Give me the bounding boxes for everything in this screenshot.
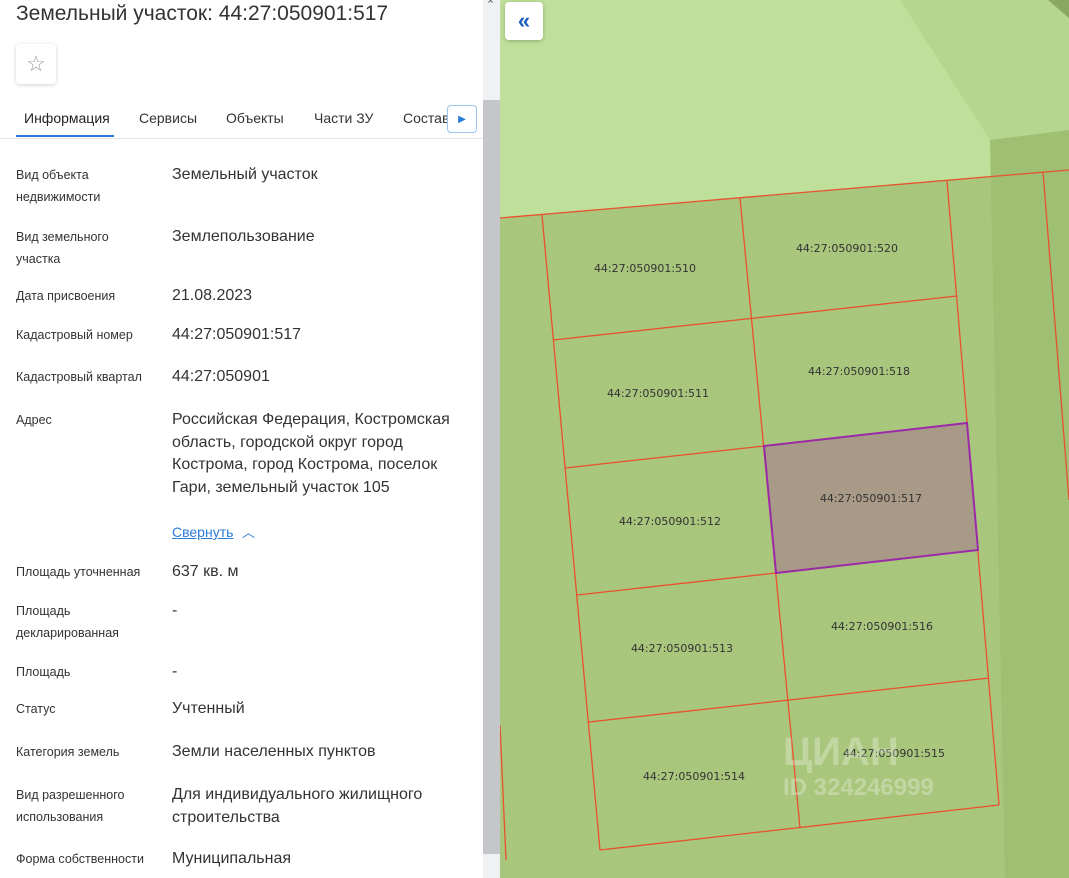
info-label: Площадь уточненная	[16, 565, 141, 579]
favorite-button[interactable]: ☆	[16, 44, 56, 84]
parcel-label[interactable]: 44:27:050901:518	[808, 365, 910, 378]
info-value: 21.08.2023	[172, 287, 253, 304]
collapse-link[interactable]: Свернуть	[172, 524, 233, 540]
parcel-label[interactable]: 44:27:050901:511	[607, 387, 709, 400]
info-value: 44:27:050901	[172, 368, 270, 385]
scrollbar[interactable]: ⌃	[483, 0, 500, 878]
info-panel: Земельный участок: 44:27:050901:517 ☆ Ин…	[0, 0, 500, 878]
info-label: Адрес	[16, 413, 52, 427]
watermark-id: ID 324246999	[783, 774, 934, 801]
tab-parts[interactable]: Части ЗУ	[314, 100, 373, 136]
tabs-next-button[interactable]: ▶	[447, 105, 477, 133]
page-title: Земельный участок: 44:27:050901:517	[16, 2, 389, 25]
double-chevron-left-icon: «	[517, 8, 531, 33]
info-label: Кадастровый номер	[16, 328, 133, 342]
watermark-logo: ЦИАН	[783, 730, 899, 774]
info-value: Земли населенных пунктов	[172, 743, 376, 760]
info-value: -	[172, 663, 178, 680]
map-view[interactable]: 44:27:050901:510 44:27:050901:520 44:27:…	[500, 0, 1069, 878]
caret-right-icon: ▶	[458, 113, 466, 125]
parcel-label[interactable]: 44:27:050901:512	[619, 515, 721, 528]
tab-objects[interactable]: Объекты	[226, 100, 284, 136]
tab-bar: Информация Сервисы Объекты Части ЗУ Сост…	[0, 100, 483, 139]
info-value: 44:27:050901:517	[172, 326, 302, 343]
info-value: Землепользование	[172, 228, 315, 245]
scrollbar-thumb[interactable]	[483, 100, 500, 854]
info-label: Форма собственности	[16, 852, 144, 866]
info-label: Статус	[16, 702, 56, 716]
collapse-panel-button[interactable]: «	[505, 2, 543, 40]
info-value: Российская Федерация, Костромская област…	[172, 411, 450, 496]
info-label: Площадь	[16, 665, 71, 679]
info-value: -	[172, 602, 178, 619]
info-label: Дата присвоения	[16, 289, 116, 303]
parcel-label[interactable]: 44:27:050901:516	[831, 620, 933, 633]
info-value: Для индивидуального жилищного строительс…	[172, 786, 423, 826]
tab-information[interactable]: Информация	[24, 100, 110, 136]
chevron-up-icon[interactable]: ︿	[242, 522, 255, 541]
info-value: 637 кв. м	[172, 563, 239, 580]
parcel-label[interactable]: 44:27:050901:513	[631, 642, 733, 655]
active-tab-indicator	[16, 135, 114, 137]
selected-parcel-label[interactable]: 44:27:050901:517	[820, 492, 922, 505]
tab-composition[interactable]: Состав	[403, 100, 447, 136]
info-value: Учтенный	[172, 700, 245, 717]
parcel-label[interactable]: 44:27:050901:510	[594, 262, 696, 275]
star-icon: ☆	[26, 51, 46, 76]
info-value: Муниципальная	[172, 850, 292, 867]
tab-services[interactable]: Сервисы	[139, 100, 197, 136]
info-label: Вид земельного участка	[16, 230, 109, 266]
info-label: Кадастровый квартал	[16, 370, 142, 384]
info-value: Земельный участок	[172, 166, 318, 183]
info-label: Вид объекта недвижимости	[16, 168, 101, 204]
info-label: Вид разрешенного использования	[16, 788, 125, 824]
scroll-up-arrow-icon[interactable]: ⌃	[486, 0, 495, 11]
parcel-label[interactable]: 44:27:050901:520	[796, 242, 898, 255]
info-label: Категория земель	[16, 745, 120, 759]
info-label: Площадь декларированная	[16, 604, 119, 640]
parcel-label[interactable]: 44:27:050901:514	[643, 770, 745, 783]
